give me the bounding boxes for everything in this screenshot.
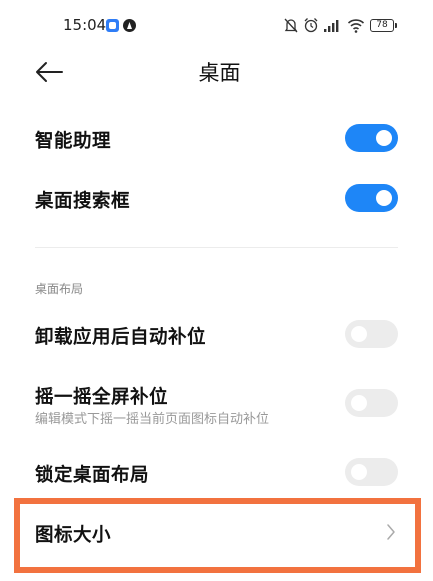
setting-label: 锁定桌面布局 <box>35 465 150 486</box>
app-notification-icon <box>106 19 119 32</box>
toggle-knob <box>351 326 367 342</box>
smart-assistant-toggle[interactable] <box>345 124 398 152</box>
status-time: 15:04 <box>63 16 107 34</box>
silent-icon <box>284 18 298 33</box>
setting-label: 智能助理 <box>35 131 112 152</box>
section-header: 桌面布局 <box>35 282 84 296</box>
header: 桌面 <box>0 48 433 96</box>
lock-layout-toggle[interactable] <box>345 458 398 486</box>
setting-label: 卸载应用后自动补位 <box>35 327 207 348</box>
setting-row-auto-fill[interactable]: 卸载应用后自动补位 <box>0 315 433 355</box>
setting-label: 桌面搜索框 <box>35 191 131 212</box>
app-notification-icon-2 <box>123 19 136 32</box>
alarm-icon <box>304 18 318 33</box>
toggle-knob <box>376 130 392 146</box>
signal-icon <box>324 20 339 32</box>
setting-row-smart-assistant[interactable]: 智能助理 <box>0 118 433 158</box>
divider <box>35 247 398 248</box>
toggle-knob <box>351 464 367 480</box>
toggle-knob <box>351 395 367 411</box>
setting-row-shake-fill[interactable]: 摇一摇全屏补位 编辑模式下摇一摇当前页面图标自动补位 <box>0 380 433 430</box>
page-title: 桌面 <box>198 61 241 85</box>
highlight-box <box>14 498 421 573</box>
auto-fill-toggle[interactable] <box>345 320 398 348</box>
setting-label: 摇一摇全屏补位 <box>35 387 169 408</box>
shake-fill-toggle[interactable] <box>345 389 398 417</box>
setting-row-search-box[interactable]: 桌面搜索框 <box>0 178 433 218</box>
setting-description: 编辑模式下摇一摇当前页面图标自动补位 <box>35 412 270 427</box>
battery-icon: 78 <box>370 19 397 32</box>
search-box-toggle[interactable] <box>345 184 398 212</box>
setting-row-lock-layout[interactable]: 锁定桌面布局 <box>0 453 433 493</box>
toggle-knob <box>376 190 392 206</box>
wifi-icon <box>347 19 365 33</box>
status-bar: 15:04 78 <box>0 0 433 44</box>
